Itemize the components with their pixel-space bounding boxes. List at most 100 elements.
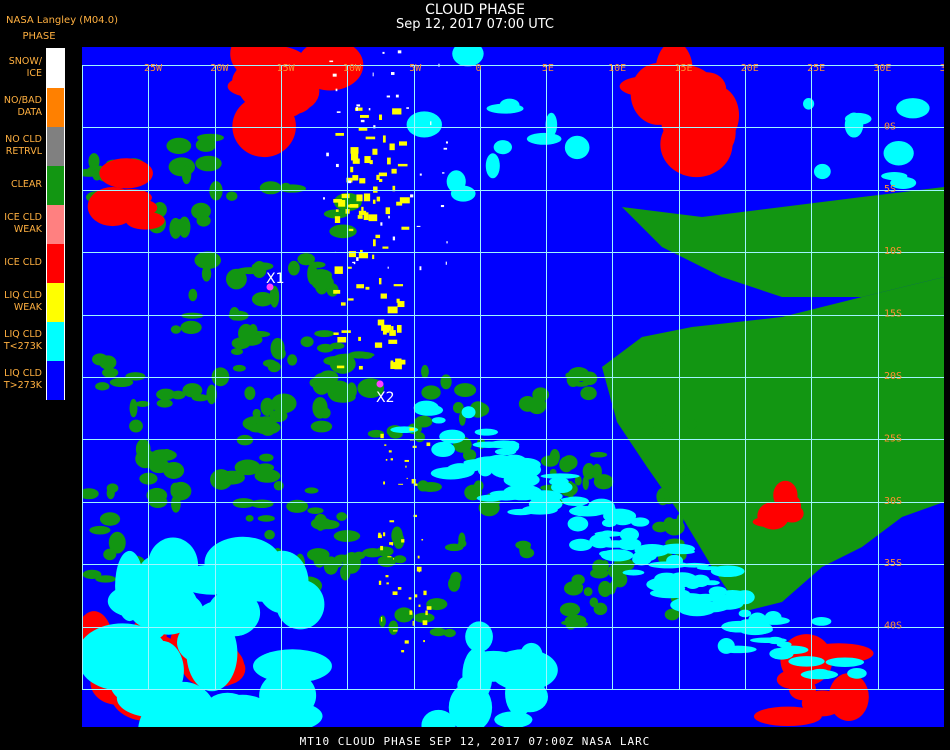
liquid-weak-cloud	[408, 597, 412, 600]
clear-patch	[129, 398, 138, 418]
liquid-weak-cloud	[398, 483, 404, 485]
liquid-weak-cloud	[412, 620, 414, 626]
liquid-weak-cloud	[411, 478, 416, 484]
clear-patch	[259, 453, 274, 462]
longitude-label: 5W	[409, 63, 422, 74]
clear-patch	[256, 463, 275, 472]
liquid-cold-cloud	[564, 135, 590, 160]
liquid-cold-cloud	[632, 550, 657, 562]
snow-ice	[391, 72, 395, 75]
liquid-weak-cloud	[378, 580, 382, 585]
liquid-weak-cloud	[373, 186, 378, 193]
clear-patch	[333, 530, 361, 542]
liquid-weak-cloud	[422, 620, 428, 626]
liquid-weak-cloud	[348, 298, 354, 301]
liquid-cold-cloud	[186, 614, 238, 692]
liquid-weak-cloud	[380, 433, 384, 439]
liquid-cold-cloud	[82, 635, 168, 692]
latitude-label: 15S	[884, 309, 902, 320]
liquid-cold-cloud	[803, 98, 815, 110]
clear-patch	[571, 574, 585, 586]
liquid-cold-cloud	[738, 609, 752, 618]
clear-patch	[150, 449, 177, 462]
liquid-weak-cloud	[401, 650, 405, 653]
clear-patch	[360, 353, 373, 359]
clear-patch	[231, 337, 251, 350]
snow-ice	[335, 88, 338, 92]
liquid-weak-cloud	[350, 166, 354, 173]
clear-patch	[519, 547, 535, 559]
clear-patch	[252, 260, 267, 279]
clear-patch	[188, 288, 198, 302]
snow-ice	[356, 257, 359, 261]
liquid-weak-cloud	[372, 254, 375, 260]
liquid-cold-cloud	[512, 658, 549, 684]
ice-cloud	[232, 95, 296, 158]
legend-label: LIQ CLD WEAK	[4, 289, 42, 313]
clear-patch	[170, 390, 186, 400]
liquid-cold-cloud	[681, 601, 706, 611]
liquid-cold-cloud	[431, 441, 455, 458]
liquid-weak-cloud	[425, 610, 428, 616]
liquid-cold-cloud	[414, 404, 444, 416]
clear-patch	[264, 529, 275, 540]
longitude-label: 10W	[343, 63, 362, 74]
liquid-cold-cloud	[610, 509, 636, 526]
liquid-cold-cloud	[721, 620, 757, 633]
cloud-phase-map: 25W 20W 15W 10W 5W 0 5E 10E 15E 20E 25E 30E 35E 0S 5S 1…	[82, 47, 944, 727]
ice-cloud	[110, 188, 152, 207]
liquid-weak-cloud	[338, 199, 346, 207]
legend-label: SNOW/ICE	[8, 55, 42, 79]
clear-patch	[336, 353, 355, 372]
liquid-cold-cloud	[439, 429, 466, 444]
liquid-weak-cloud	[389, 143, 395, 151]
longitude-label: 30E	[873, 63, 891, 74]
liquid-cold-cloud	[649, 588, 690, 599]
liquid-cold-cloud	[679, 562, 709, 568]
liquid-weak-cloud	[380, 545, 384, 551]
liquid-weak-cloud	[390, 458, 393, 461]
liquid-cold-cloud	[896, 98, 930, 119]
clear-patch	[589, 451, 608, 458]
liquid-cold-cloud	[597, 540, 634, 548]
liquid-weak-cloud	[397, 301, 405, 308]
liquid-weak-cloud	[404, 640, 409, 644]
clear-patch	[662, 497, 675, 505]
liquid-weak-cloud	[380, 616, 383, 622]
liquid-weak-cloud	[388, 450, 392, 453]
liquid-weak-cloud	[390, 360, 394, 367]
liquid-cold-cloud	[719, 645, 757, 654]
longitude-label: 20E	[741, 63, 759, 74]
liquid-weak-cloud	[341, 330, 351, 333]
liquid-cold-cloud	[716, 594, 753, 601]
legend-label: LIQ CLD T>273K	[3, 367, 42, 391]
clear-patch	[109, 377, 134, 388]
liquid-weak-cloud	[397, 587, 402, 590]
liquid-cold-cloud	[847, 667, 867, 679]
clear-patch	[95, 382, 110, 391]
liquid-weak-cloud	[356, 284, 365, 289]
liquid-weak-cloud	[374, 342, 383, 348]
clear-patch	[319, 407, 331, 419]
liquid-weak-cloud	[357, 215, 363, 219]
liquid-weak-cloud	[340, 302, 346, 306]
liquid-weak-cloud	[382, 135, 386, 143]
liquid-cold-cloud	[567, 516, 589, 532]
clear-patch	[573, 381, 589, 387]
snow-ice	[348, 180, 352, 184]
legend-swatch	[47, 283, 64, 322]
liquid-weak-cloud	[378, 172, 388, 177]
ice-cloud	[125, 211, 165, 230]
legend-label: ICE CLD WEAK	[4, 211, 42, 235]
clear-patch	[564, 614, 587, 627]
clear-patch	[559, 602, 581, 617]
liquid-weak-cloud	[334, 266, 343, 274]
clear-patch	[172, 219, 188, 234]
longitude-label: 35E	[940, 63, 944, 74]
clear-patch	[681, 461, 691, 467]
site-marker-label: X1	[266, 271, 285, 287]
clear-patch	[652, 521, 669, 533]
liquid-weak-cloud	[333, 289, 341, 294]
latitude-label: 5S	[884, 184, 896, 195]
clear-patch	[313, 551, 326, 568]
